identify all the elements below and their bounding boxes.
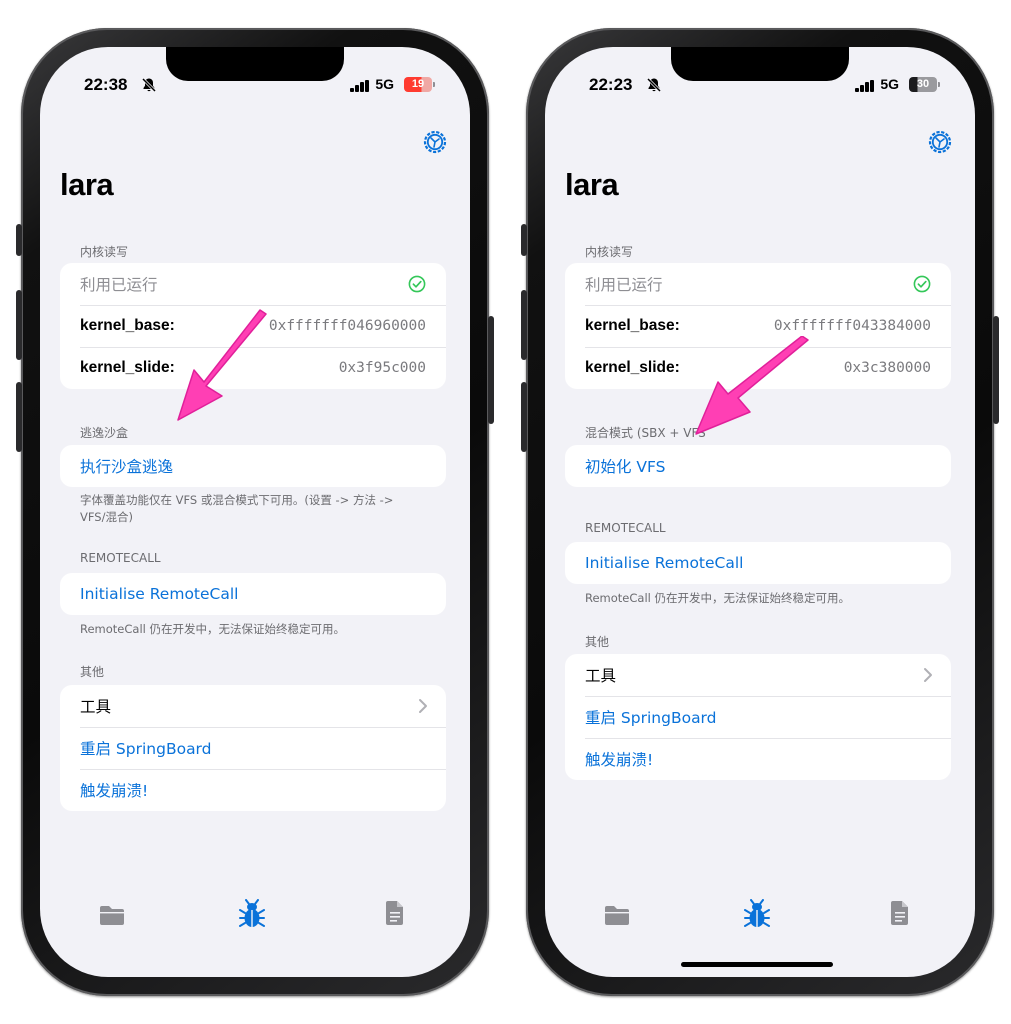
initialise-remotecall-button[interactable]: Initialise RemoteCall — [585, 554, 743, 572]
remotecall-row[interactable]: Initialise RemoteCall — [60, 573, 446, 615]
page-title: lara — [60, 167, 114, 202]
phone-frame-left: 22:38 5G 19 lara 内核读写 利用已运行 kernel_base:… — [16, 28, 494, 996]
kernel-base-label: kernel_base: — [80, 317, 175, 334]
sandbox-card: 执行沙盒逃逸 — [60, 445, 446, 487]
checkmark-circle-icon — [913, 275, 931, 293]
remotecall-footer-note: RemoteCall 仍在开发中，无法保证始终稳定可用。 — [80, 622, 345, 636]
respring-button[interactable]: 重启 SpringBoard — [80, 737, 212, 759]
power-button — [488, 316, 494, 424]
document-icon[interactable] — [385, 900, 405, 926]
trigger-crash-button[interactable]: 触发崩溃! — [585, 748, 653, 770]
kernel-base-value: 0xfffffff046960000 — [268, 318, 426, 334]
status-time: 22:38 — [84, 75, 128, 94]
battery-indicator: 30 — [909, 77, 940, 92]
tools-row[interactable]: 工具 — [60, 685, 446, 727]
screen: 22:23 5G 30 lara 内核读写 利用已运行 kernel_base:… — [545, 47, 975, 977]
bell-slash-icon — [646, 77, 662, 93]
crash-row[interactable]: 触发崩溃! — [60, 769, 446, 811]
status-time: 22:23 — [589, 75, 633, 94]
section-header-remotecall: REMOTECALL — [80, 551, 161, 565]
volume-down-button — [16, 382, 22, 452]
section-header-kernel: 内核读写 — [585, 245, 634, 259]
chevron-right-icon — [419, 699, 427, 713]
remotecall-card: Initialise RemoteCall — [60, 573, 446, 615]
remotecall-footer-note: RemoteCall 仍在开发中，无法保证始终稳定可用。 — [585, 591, 850, 605]
exploit-status-label: 利用已运行 — [80, 276, 158, 294]
respring-row[interactable]: 重启 SpringBoard — [565, 696, 951, 738]
other-card: 工具 重启 SpringBoard 触发崩溃! — [565, 654, 951, 780]
folder-icon[interactable] — [98, 903, 126, 927]
section-header-sandbox: 逃逸沙盒 — [80, 426, 129, 440]
bug-icon[interactable] — [744, 899, 770, 929]
battery-indicator: 19 — [404, 77, 435, 92]
init-vfs-row[interactable]: 初始化 VFS — [565, 445, 951, 487]
tools-row[interactable]: 工具 — [565, 654, 951, 696]
settings-gear-icon[interactable] — [927, 129, 953, 155]
status-bar: 22:38 5G 19 — [40, 75, 470, 99]
settings-gear-icon[interactable] — [422, 129, 448, 155]
network-type: 5G — [880, 76, 899, 92]
phone-frame-right: 22:23 5G 30 lara 内核读写 利用已运行 kernel_base:… — [521, 28, 999, 996]
section-header-other: 其他 — [585, 635, 610, 649]
remotecall-card: Initialise RemoteCall — [565, 542, 951, 584]
kernel-slide-label: kernel_slide: — [80, 359, 175, 376]
power-button — [993, 316, 999, 424]
remotecall-row[interactable]: Initialise RemoteCall — [565, 542, 951, 584]
trigger-crash-button[interactable]: 触发崩溃! — [80, 779, 148, 801]
chevron-right-icon — [924, 668, 932, 682]
section-header-remotecall: REMOTECALL — [585, 521, 666, 535]
section-header-kernel: 内核读写 — [80, 245, 129, 259]
respring-row[interactable]: 重启 SpringBoard — [60, 727, 446, 769]
sandbox-escape-button[interactable]: 执行沙盒逃逸 — [80, 455, 173, 477]
bug-icon[interactable] — [239, 899, 265, 929]
signal-icon — [855, 80, 875, 92]
annotation-arrow-left — [177, 309, 267, 421]
kernel-slide-value: 0x3f95c000 — [338, 360, 426, 376]
sandbox-footer-note: 字体覆盖功能仅在 VFS 或混合模式下可用。(设置 -> 方法 -> VFS/混… — [80, 493, 394, 524]
action-button — [521, 224, 527, 256]
signal-icon — [350, 80, 370, 92]
kernel-slide-label: kernel_slide: — [585, 359, 680, 376]
tools-label[interactable]: 工具 — [585, 664, 616, 686]
initialise-remotecall-button[interactable]: Initialise RemoteCall — [80, 585, 238, 603]
action-button — [16, 224, 22, 256]
document-icon[interactable] — [890, 900, 910, 926]
network-type: 5G — [375, 76, 394, 92]
respring-button[interactable]: 重启 SpringBoard — [585, 706, 717, 728]
initialize-vfs-button[interactable]: 初始化 VFS — [585, 455, 666, 477]
crash-row[interactable]: 触发崩溃! — [565, 738, 951, 780]
exploit-status-label: 利用已运行 — [585, 276, 663, 294]
screen: 22:38 5G 19 lara 内核读写 利用已运行 kernel_base:… — [40, 47, 470, 977]
page-title: lara — [565, 167, 619, 202]
section-header-other: 其他 — [80, 665, 105, 679]
folder-icon[interactable] — [603, 903, 631, 927]
volume-down-button — [521, 382, 527, 452]
status-bar: 22:23 5G 30 — [545, 75, 975, 99]
exploit-status-row: 利用已运行 — [565, 263, 951, 305]
hybrid-card: 初始化 VFS — [565, 445, 951, 487]
home-indicator — [681, 962, 833, 967]
exploit-status-row: 利用已运行 — [60, 263, 446, 305]
kernel-base-label: kernel_base: — [585, 317, 680, 334]
volume-up-button — [16, 290, 22, 360]
tools-label[interactable]: 工具 — [80, 695, 111, 717]
other-card: 工具 重启 SpringBoard 触发崩溃! — [60, 685, 446, 811]
kernel-slide-value: 0x3c380000 — [843, 360, 931, 376]
annotation-arrow-right — [695, 336, 809, 435]
bell-slash-icon — [141, 77, 157, 93]
volume-up-button — [521, 290, 527, 360]
sandbox-escape-row[interactable]: 执行沙盒逃逸 — [60, 445, 446, 487]
checkmark-circle-icon — [408, 275, 426, 293]
